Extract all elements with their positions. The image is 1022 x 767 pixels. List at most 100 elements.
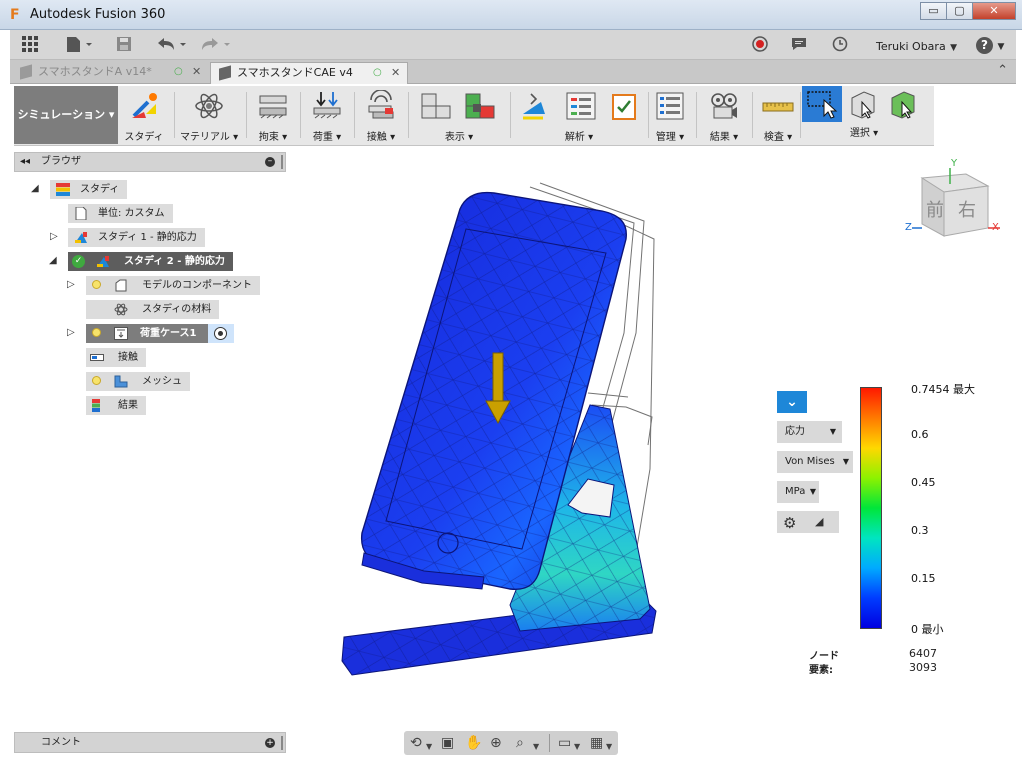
ribbon-label: マテリアル ▾ (180, 132, 239, 143)
ribbon: シミュレーション ▾ スタディ マテリアル ▾ 拘束 ▾ 荷重 ▾ 接触 ▾ 表… (14, 86, 934, 146)
ribbon-material[interactable]: マテリアル ▾ (180, 90, 239, 143)
ribbon-label: 接触 ▾ (366, 132, 396, 143)
tree-node-study-materials[interactable]: スタディの材料 (86, 300, 220, 319)
ribbon-label: 管理 ▾ (655, 132, 685, 143)
add-comment-icon[interactable]: + (265, 738, 275, 748)
chevron-down-icon[interactable]: ▼ (606, 739, 612, 755)
ribbon-manage[interactable]: 管理 ▾ (650, 90, 690, 143)
fit-zoom-icon[interactable]: ⌕ (516, 735, 524, 751)
tab-label: スマホスタンドCAE v4 (237, 66, 353, 79)
ribbon-results[interactable]: 結果 ▾ (702, 90, 746, 143)
active-radio-icon[interactable] (214, 327, 227, 340)
fusion-logo-icon: F (10, 7, 20, 23)
browser-header[interactable]: ◂◂ ブラウザ – (14, 152, 286, 172)
tab-document-cae[interactable]: スマホスタンドCAE v4 ○ ✕ (210, 62, 408, 84)
workspace-switcher[interactable]: シミュレーション ▾ (14, 86, 118, 144)
material-atom-icon (180, 90, 238, 122)
chevron-down-icon[interactable]: ▼ (533, 739, 539, 755)
tree-node-results[interactable]: 結果 (86, 396, 146, 415)
visibility-bulb-icon[interactable] (92, 328, 101, 337)
redo-icon[interactable] (200, 36, 234, 54)
ribbon-select[interactable]: 選択 ▾ (802, 86, 926, 142)
simulation-model-viewport[interactable] (330, 175, 690, 680)
panel-resize-handle[interactable] (281, 736, 283, 750)
legend-settings-row: ⚙ ◢ (777, 511, 839, 533)
element-count-value: 3093 (909, 661, 937, 674)
collapsed-triangle-icon[interactable]: ▷ (67, 279, 75, 290)
ribbon-contact[interactable]: 接触 ▾ (360, 89, 402, 143)
load-case-icon (114, 327, 128, 340)
save-icon[interactable] (116, 36, 132, 54)
tree-node-contact[interactable]: 接触 (86, 348, 146, 367)
help-menu[interactable]: ? ▼ (976, 36, 1004, 54)
minus-icon[interactable]: – (265, 157, 275, 167)
node-count-label: ノード (809, 651, 839, 662)
tree-node-study-1[interactable]: スタディ 1 - 静的応力 (68, 228, 205, 247)
legend-toggle-button[interactable]: ⌄ (777, 391, 807, 413)
viewcube-front-face[interactable]: 前 (926, 196, 944, 222)
ribbon-load[interactable]: 荷重 ▾ (306, 90, 348, 143)
orbit-icon[interactable]: ⟲ (410, 735, 422, 751)
record-icon[interactable] (752, 36, 768, 54)
tab-label: スマホスタンドA v14* (38, 65, 152, 78)
grid-settings-icon[interactable]: ▦ (590, 735, 603, 751)
collapse-chevron-up-icon[interactable]: ⌃ (997, 63, 1008, 78)
file-menu-icon[interactable] (66, 36, 94, 54)
comments-title: コメント (41, 737, 81, 748)
zoom-icon[interactable]: ⊕ (490, 735, 502, 751)
navigation-bar: ⟲ ▼ ▣ ✋ ⊕ ⌕ ▼ ▭ ▼ ▦ ▼ (404, 731, 618, 755)
undo-icon[interactable] (156, 36, 190, 54)
tree-node-mesh[interactable]: メッシュ (86, 372, 190, 391)
unit-select[interactable]: MPa ▼ (777, 481, 819, 503)
data-panel-grid-icon[interactable] (22, 36, 39, 54)
close-window-button[interactable]: ✕ (972, 2, 1016, 20)
minimize-button[interactable]: ▭ (920, 2, 947, 20)
close-tab-icon[interactable]: ✕ (391, 63, 400, 83)
chevron-down-icon[interactable]: ▼ (574, 739, 580, 755)
result-type-select[interactable]: 応力 ▼ (777, 421, 842, 443)
user-account-menu[interactable]: Teruki Obara ▼ (876, 37, 957, 55)
study-icon (56, 183, 70, 196)
ribbon-solve[interactable]: 解析 ▾ (516, 90, 642, 143)
display-settings-icon[interactable]: ▭ (558, 735, 571, 751)
study-icon (74, 231, 88, 244)
ribbon-study[interactable]: スタディ (122, 90, 166, 143)
ribbon-label: 荷重 ▾ (312, 132, 342, 143)
tree-node-study[interactable]: スタディ (50, 180, 128, 199)
tree-node-study-2[interactable]: ✓ スタディ 2 - 静的応力 (68, 252, 233, 271)
maximize-button[interactable]: ▢ (946, 2, 973, 20)
visibility-bulb-icon[interactable] (92, 376, 101, 385)
ribbon-inspect[interactable]: 検査 ▾ (754, 90, 802, 143)
gear-icon[interactable]: ⚙ (783, 512, 796, 534)
expanded-triangle-icon[interactable]: ◢ (31, 183, 39, 194)
comments-panel[interactable]: コメント + (14, 732, 286, 753)
component-cube-icon (219, 65, 231, 81)
viewcube[interactable]: 前 右 Y X Z (904, 158, 1014, 244)
tab-document-a[interactable]: スマホスタンドA v14* ○ ✕ (12, 62, 208, 84)
manage-icon (650, 90, 690, 122)
chat-icon[interactable] (791, 36, 807, 54)
tree-node-load-case-1[interactable]: 荷重ケース1 (86, 324, 234, 343)
pan-hand-icon[interactable]: ✋ (465, 735, 482, 751)
viewcube-right-face[interactable]: 右 (958, 196, 976, 222)
tree-node-model-components[interactable]: モデルのコンポーネント (86, 276, 260, 295)
contour-style-icon[interactable]: ◢ (815, 511, 823, 533)
legend-tick: 0.45 (911, 476, 936, 489)
tree-node-units[interactable]: 単位: カスタム (68, 204, 173, 223)
criterion-select[interactable]: Von Mises ▼ (777, 451, 853, 473)
close-tab-icon[interactable]: ✕ (192, 62, 201, 82)
chevron-down-icon[interactable]: ▼ (426, 739, 432, 755)
legend-tick: 0.3 (911, 524, 929, 537)
history-clock-icon[interactable] (832, 36, 848, 54)
visibility-bulb-icon[interactable] (92, 280, 101, 289)
double-chevron-down-icon: ⌄ (786, 394, 798, 410)
look-at-icon[interactable]: ▣ (441, 735, 454, 751)
collapse-panel-icon[interactable]: ◂◂ (20, 153, 30, 171)
collapsed-triangle-icon[interactable]: ▷ (50, 231, 58, 242)
ribbon-display[interactable]: 表示 ▾ (414, 90, 504, 143)
expanded-triangle-icon[interactable]: ◢ (49, 255, 57, 266)
collapsed-triangle-icon[interactable]: ▷ (67, 327, 75, 338)
panel-resize-handle[interactable] (281, 155, 283, 169)
ribbon-constraint[interactable]: 拘束 ▾ (252, 90, 294, 143)
contact-icon (360, 89, 402, 122)
